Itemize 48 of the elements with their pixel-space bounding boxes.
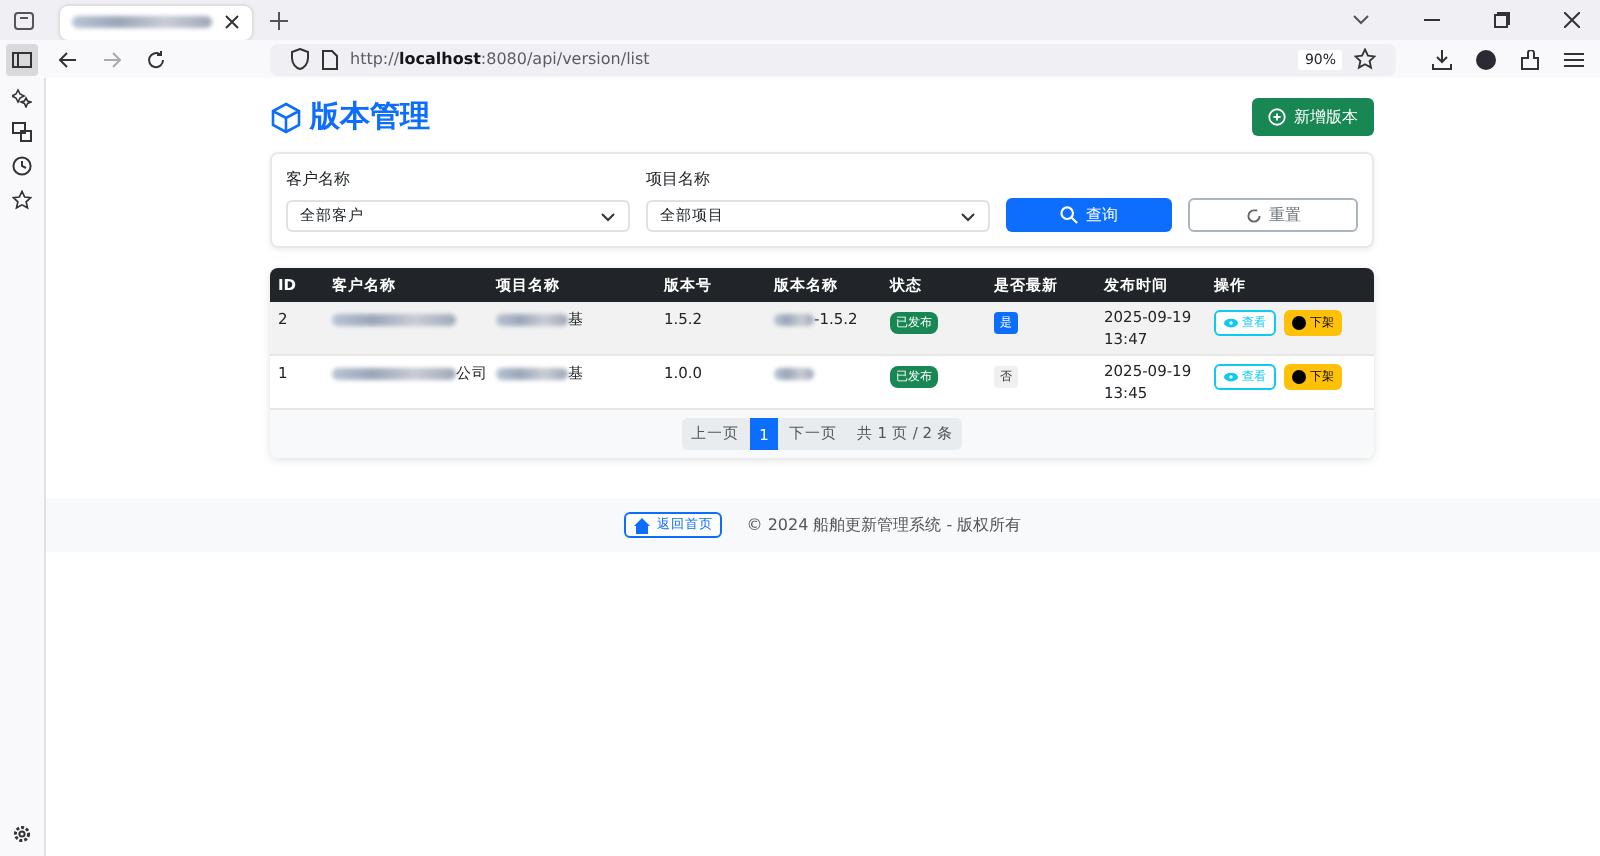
eye-icon	[1224, 318, 1238, 328]
blurred-text	[332, 368, 456, 380]
search-button[interactable]: 查询	[1006, 198, 1173, 232]
menu-icon[interactable]	[1564, 51, 1584, 67]
history-icon[interactable]	[12, 156, 32, 176]
blurred-tab-title	[72, 16, 212, 28]
new-tab-icon[interactable]	[270, 11, 288, 29]
chevron-down-icon	[600, 211, 616, 221]
settings-icon[interactable]	[12, 824, 32, 844]
account-icon[interactable]	[1476, 49, 1496, 69]
home-icon	[634, 517, 651, 533]
bookmark-star-icon[interactable]	[1354, 48, 1376, 70]
eye-icon	[1224, 372, 1238, 382]
chevron-down-icon[interactable]	[1352, 14, 1370, 26]
blurred-text	[496, 314, 568, 326]
blurred-text	[332, 314, 456, 326]
add-version-button[interactable]: 新增版本	[1252, 98, 1374, 136]
cube-icon	[270, 101, 302, 133]
back-icon[interactable]	[58, 49, 78, 69]
filter-label: 项目名称	[646, 168, 712, 190]
extensions-icon[interactable]	[1520, 49, 1540, 69]
page-icon	[322, 49, 338, 69]
sparkle-icon[interactable]	[12, 88, 32, 108]
reload-icon[interactable]	[146, 49, 166, 69]
copyright-text: © 2024 船舶更新管理系统 - 版权所有	[746, 514, 1022, 536]
url-text: http://localhost:8080/api/version/list	[350, 50, 650, 68]
reload-icon	[1245, 207, 1262, 223]
bookmarks-icon[interactable]	[12, 190, 32, 210]
dot-icon	[1292, 316, 1306, 330]
download-icon[interactable]	[1432, 49, 1452, 69]
close-icon[interactable]	[224, 14, 240, 30]
sidebar-toggle-icon[interactable]	[6, 43, 38, 75]
blurred-text	[774, 314, 814, 326]
reset-button[interactable]: 重置	[1188, 198, 1358, 232]
dot-icon	[1292, 370, 1306, 384]
blurred-text	[496, 368, 568, 380]
chevron-down-icon	[960, 211, 976, 221]
blurred-text	[774, 368, 814, 380]
tab-list-icon[interactable]	[12, 8, 36, 32]
plus-circle-icon	[1268, 108, 1286, 126]
restore-icon[interactable]	[1494, 12, 1510, 28]
shield-icon[interactable]	[290, 48, 310, 70]
minimize-icon[interactable]	[1424, 18, 1440, 22]
synced-tabs-icon[interactable]	[12, 122, 32, 142]
close-icon[interactable]	[1564, 12, 1580, 28]
filter-label: 客户名称	[286, 168, 352, 190]
search-icon	[1060, 206, 1079, 224]
page-title: 版本管理	[310, 98, 430, 136]
